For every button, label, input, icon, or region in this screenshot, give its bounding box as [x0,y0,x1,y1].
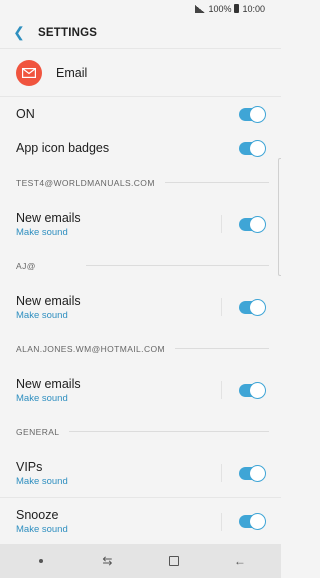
vertical-divider [221,512,222,531]
app-icon-badges-label: App icon badges [16,141,110,155]
new-emails-row-account-1[interactable]: New emails Make sound [0,200,281,248]
make-sound-sublabel: Make sound [16,309,68,321]
section-divider [174,348,269,349]
section-divider [69,431,269,432]
section-label: GENERAL [16,426,60,437]
vips-label: VIPs [16,459,43,474]
vips-toggle[interactable] [239,464,266,482]
battery-percent: 100% [208,3,232,14]
back-arrow-icon[interactable]: ❮ [12,24,26,40]
status-bar: 100% 10:00 [0,0,281,17]
master-toggle[interactable] [239,105,266,123]
signal-icon [195,4,206,13]
new-emails-toggle-account-2[interactable] [239,298,266,316]
home-icon[interactable] [164,551,184,571]
vertical-divider [221,464,222,482]
section-divider [164,182,269,183]
new-emails-label: New emails [16,210,81,225]
snooze-toggle[interactable] [239,513,266,530]
snooze-label: Snooze [16,508,59,522]
section-label: TEST4@WORLDMANUALS.COM [16,177,155,188]
section-divider [85,265,269,266]
new-emails-label: New emails [16,376,81,391]
section-label: ALAN.JONES.WM@HOTMAIL.COM [16,343,165,354]
make-sound-sublabel: Make sound [16,524,68,535]
vertical-divider [221,215,222,233]
battery-icon [234,4,240,13]
app-name: Email [56,65,88,80]
back-icon[interactable]: ← [230,551,250,571]
master-toggle-label: ON [16,107,35,121]
clock: 10:00 [242,3,265,14]
navigation-bar: ⇆ ← [0,544,281,578]
app-info: Email [0,48,281,96]
settings-list: ON App icon badges TEST4@WORLDMANUALS.CO… [0,96,281,545]
page-title: SETTINGS [38,26,98,39]
make-sound-sublabel: Make sound [16,226,68,238]
section-header-account-3: ALAN.JONES.WM@HOTMAIL.COM [0,331,281,366]
edge-panel-handle[interactable] [278,158,281,276]
section-header-account-1: TEST4@WORLDMANUALS.COM [0,165,281,200]
envelope-icon [22,67,36,78]
snooze-row[interactable]: Snooze Make sound [0,497,281,545]
make-sound-sublabel: Make sound [16,475,68,487]
new-emails-toggle-account-1[interactable] [239,215,266,233]
new-emails-row-account-3[interactable]: New emails Make sound [0,366,281,414]
app-icon-badges-row[interactable]: App icon badges [0,131,281,165]
new-emails-label: New emails [16,293,81,308]
section-label: AJ@ [16,260,36,271]
make-sound-sublabel: Make sound [16,392,68,404]
new-emails-toggle-account-3[interactable] [239,381,266,399]
recent-apps-icon[interactable]: ⇆ [97,551,117,571]
nav-dot-icon[interactable] [31,551,51,571]
email-app-icon [16,59,42,86]
master-toggle-row[interactable]: ON [0,97,281,131]
new-emails-row-account-2[interactable]: New emails Make sound [0,283,281,331]
vertical-divider [221,298,222,316]
header: ❮ SETTINGS [0,17,281,48]
vertical-divider [221,381,222,399]
app-icon-badges-toggle[interactable] [239,139,266,157]
section-header-account-2: AJ@ [0,248,281,283]
vips-row[interactable]: VIPs Make sound [0,449,281,497]
section-header-general: GENERAL [0,414,281,449]
